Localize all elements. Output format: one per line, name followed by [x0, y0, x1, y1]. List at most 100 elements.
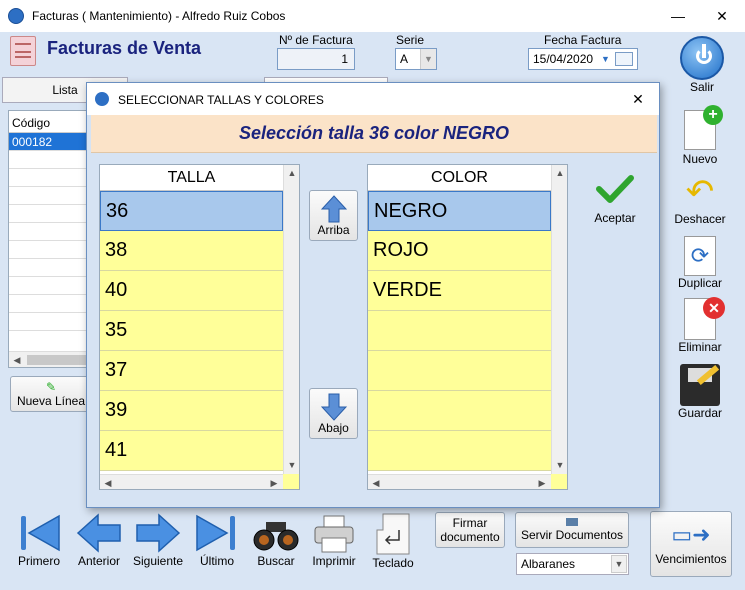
codigo-row[interactable]: [9, 151, 89, 169]
codigo-list: Código 000182 ◀: [8, 110, 90, 368]
close-window-button[interactable]: ✕: [707, 4, 737, 28]
color-header: COLOR: [368, 165, 551, 191]
ultimo-button[interactable]: Último: [192, 512, 242, 568]
delete-document-icon: ✕: [684, 297, 725, 340]
power-icon: [680, 36, 724, 80]
deshacer-label: Deshacer: [674, 212, 726, 226]
talla-row[interactable]: 35: [100, 311, 283, 351]
color-row[interactable]: [368, 431, 551, 471]
color-row[interactable]: ROJO: [368, 231, 551, 271]
factura-label: Nº de Factura: [279, 33, 353, 47]
color-row[interactable]: [368, 351, 551, 391]
buscar-button[interactable]: Buscar: [252, 516, 300, 568]
color-row[interactable]: [368, 391, 551, 431]
factura-number-field[interactable]: 1: [277, 48, 355, 70]
salir-button[interactable]: Salir: [672, 36, 732, 96]
window-titlebar: Facturas ( Mantenimiento) - Alfredo Ruiz…: [0, 0, 745, 32]
color-row[interactable]: [368, 311, 551, 351]
scroll-up-icon[interactable]: ▲: [286, 167, 298, 179]
codigo-row[interactable]: [9, 313, 89, 331]
talla-row[interactable]: 36: [100, 191, 283, 231]
codigo-row[interactable]: [9, 241, 89, 259]
codigo-row[interactable]: [9, 205, 89, 223]
codigo-row[interactable]: [9, 295, 89, 313]
siguiente-button[interactable]: Siguiente: [130, 512, 186, 568]
fecha-date-field[interactable]: 15/04/2020 ▼: [528, 48, 638, 70]
dialog-app-icon: [95, 92, 109, 106]
talla-row[interactable]: 37: [100, 351, 283, 391]
codigo-row[interactable]: [9, 169, 89, 187]
keyboard-enter-icon: [376, 513, 410, 555]
scroll-down-icon[interactable]: ▼: [554, 459, 566, 471]
serie-select[interactable]: A ▼: [395, 48, 437, 70]
talla-vscrollbar[interactable]: ▲ ▼: [283, 165, 299, 474]
codigo-row[interactable]: [9, 277, 89, 295]
servir-documentos-button[interactable]: Servir Documentos: [515, 512, 629, 548]
arrow-down-icon: [320, 393, 347, 421]
scroll-left-icon[interactable]: ◀: [11, 354, 23, 366]
dialog-title: SELECCIONAR TALLAS Y COLORES: [118, 93, 324, 107]
duplicar-button[interactable]: ⟳ Duplicar: [670, 236, 730, 296]
guardar-button[interactable]: Guardar: [670, 364, 730, 424]
codigo-row[interactable]: [9, 259, 89, 277]
scroll-up-icon[interactable]: ▲: [554, 167, 566, 179]
duplicate-icon: ⟳: [684, 236, 716, 276]
dialog-close-button[interactable]: ✕: [623, 87, 653, 111]
nueva-linea-button[interactable]: ✎ Nueva Línea: [10, 376, 92, 412]
talla-row[interactable]: 39: [100, 391, 283, 431]
invoice-icon: [10, 36, 36, 66]
talla-hscrollbar[interactable]: ◀ ▶: [100, 474, 283, 489]
new-line-icon: ✎: [45, 380, 57, 394]
teclado-button[interactable]: Teclado: [368, 512, 418, 570]
next-arrow-icon: [136, 513, 181, 553]
scroll-right-icon[interactable]: ▶: [268, 477, 280, 489]
anterior-button[interactable]: Anterior: [74, 512, 124, 568]
codigo-row[interactable]: [9, 187, 89, 205]
minimize-button[interactable]: —: [663, 4, 693, 28]
anterior-label: Anterior: [77, 554, 121, 568]
color-rows: NEGRO ROJO VERDE: [368, 191, 551, 471]
servir-icon: [566, 518, 578, 526]
talla-row[interactable]: 40: [100, 271, 283, 311]
color-hscrollbar[interactable]: ◀ ▶: [368, 474, 551, 489]
primero-button[interactable]: Primero: [14, 512, 64, 568]
firmar-documento-button[interactable]: Firmar documento: [435, 512, 505, 548]
nuevo-button[interactable]: + Nuevo: [670, 105, 730, 168]
scroll-down-icon[interactable]: ▼: [286, 459, 298, 471]
talla-row[interactable]: 41: [100, 431, 283, 471]
imprimir-button[interactable]: Imprimir: [310, 514, 358, 568]
talla-row[interactable]: 38: [100, 231, 283, 271]
checkmark-icon: [596, 175, 634, 203]
scroll-left-icon[interactable]: ◀: [102, 477, 114, 489]
scroll-right-icon[interactable]: ▶: [536, 477, 548, 489]
scroll-left-icon[interactable]: ◀: [370, 477, 382, 489]
codigo-row[interactable]: 000182: [9, 133, 89, 151]
undo-icon: ↶: [685, 173, 715, 211]
codigo-rows: 000182: [9, 133, 89, 331]
dialog-titlebar: SELECCIONAR TALLAS Y COLORES ✕: [87, 83, 659, 115]
color-body: COLOR NEGRO ROJO VERDE: [368, 165, 551, 474]
calendar-icon[interactable]: [615, 52, 633, 66]
eliminar-button[interactable]: ✕ Eliminar: [670, 297, 730, 360]
codigo-row[interactable]: [9, 223, 89, 241]
fecha-label: Fecha Factura: [544, 33, 622, 47]
vencimientos-button[interactable]: ▭➜ Vencimientos: [650, 511, 732, 577]
color-row[interactable]: NEGRO: [368, 191, 551, 231]
abajo-button[interactable]: Abajo: [309, 388, 358, 439]
color-row[interactable]: VERDE: [368, 271, 551, 311]
scroll-thumb[interactable]: [27, 355, 87, 365]
deshacer-button[interactable]: ↶ Deshacer: [670, 172, 730, 232]
arriba-button[interactable]: Arriba: [309, 190, 358, 241]
servir-label: Servir Documentos: [520, 528, 624, 542]
aceptar-button[interactable]: Aceptar: [587, 173, 643, 225]
first-record-icon: [21, 514, 60, 552]
albaranes-select[interactable]: Albaranes ▼: [516, 553, 629, 575]
window-title: Facturas ( Mantenimiento) - Alfredo Ruiz…: [32, 9, 286, 23]
date-dropdown-icon[interactable]: ▼: [601, 54, 610, 64]
talla-body: TALLA 36 38 40 35 37 39 41: [100, 165, 283, 474]
codigo-hscrollbar[interactable]: ◀: [9, 351, 89, 367]
firmar-label: Firmar documento: [440, 516, 500, 544]
color-vscrollbar[interactable]: ▲ ▼: [551, 165, 567, 474]
talla-rows: 36 38 40 35 37 39 41: [100, 191, 283, 471]
imprimir-label: Imprimir: [312, 554, 356, 568]
